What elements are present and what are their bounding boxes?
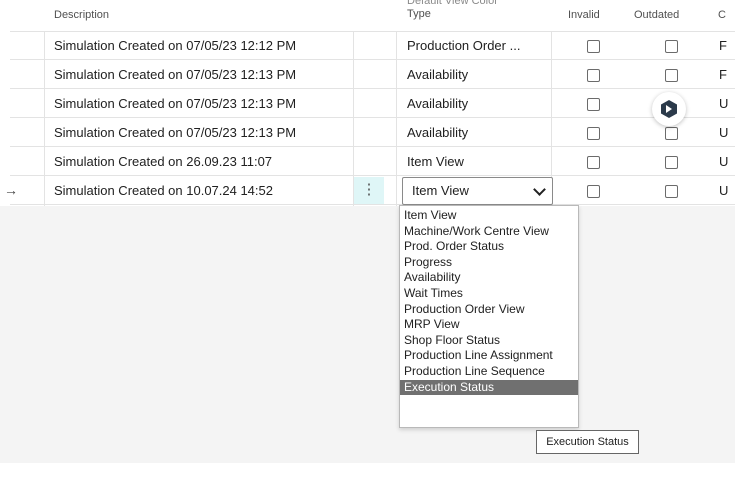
table-row[interactable]: Simulation Created on 07/05/23 12:13 PM A…	[10, 61, 735, 89]
row-next-column: U	[719, 154, 729, 169]
outdated-checkbox[interactable]	[665, 127, 678, 140]
header-view-color-type-label: Default View Color Type	[407, 0, 498, 21]
header-description[interactable]: Description	[54, 0, 354, 30]
current-row-arrow-icon: →	[4, 182, 18, 198]
header-invalid[interactable]: Invalid	[568, 0, 618, 30]
row-description[interactable]: Simulation Created on 07/05/23 12:13 PM	[54, 90, 354, 117]
dropdown-option[interactable]: Production Line Assignment	[400, 348, 578, 363]
invalid-checkbox[interactable]	[587, 185, 600, 198]
outdated-checkbox[interactable]	[665, 69, 678, 82]
row-next-column: F	[719, 67, 727, 82]
header-view-color-type[interactable]: Default View Color Type	[407, 0, 547, 30]
view-color-type-dropdown[interactable]: Item View Machine/Work Centre View Prod. O…	[399, 205, 579, 428]
view-color-type-select[interactable]: Item View	[402, 177, 553, 205]
dropdown-option[interactable]: Production Line Sequence	[400, 364, 578, 379]
dropdown-option[interactable]: Availability	[400, 270, 578, 285]
dropdown-option[interactable]: Wait Times	[400, 286, 578, 301]
outdated-checkbox[interactable]	[665, 185, 678, 198]
row-view-color-type[interactable]: Item View	[407, 148, 547, 175]
header-outdated-label: Outdated	[634, 9, 680, 21]
copilot-hex-icon	[661, 100, 677, 118]
row-next-column: F	[719, 38, 727, 53]
dropdown-option[interactable]: Progress	[400, 255, 578, 270]
outdated-checkbox[interactable]	[665, 156, 678, 169]
dropdown-option[interactable]: Machine/Work Centre View	[400, 224, 578, 239]
invalid-checkbox[interactable]	[587, 98, 600, 111]
row-description[interactable]: Simulation Created on 07/05/23 12:13 PM	[54, 61, 354, 88]
simulation-list: Description Default View Color Type Inva…	[0, 0, 735, 206]
table-row[interactable]: Simulation Created on 26.09.23 11:07 Item…	[10, 148, 735, 176]
empty-area	[0, 206, 735, 463]
dropdown-option[interactable]: Execution Status	[400, 379, 578, 395]
row-description[interactable]: Simulation Created on 26.09.23 11:07	[54, 148, 354, 175]
table-row[interactable]: Simulation Created on 07/05/23 12:13 PM A…	[10, 90, 735, 118]
row-view-color-type[interactable]: Production Order ...	[407, 32, 547, 59]
chevron-down-icon	[533, 183, 546, 196]
row-view-color-type[interactable]: Availability	[407, 61, 547, 88]
invalid-checkbox[interactable]	[587, 156, 600, 169]
outdated-checkbox[interactable]	[665, 40, 678, 53]
row-description[interactable]: Simulation Created on 07/05/23 12:12 PM	[54, 32, 354, 59]
header-description-label: Description	[54, 9, 110, 21]
row-view-color-type[interactable]: Availability	[407, 90, 547, 117]
option-tooltip: Execution Status	[536, 430, 639, 454]
table-row[interactable]: → Simulation Created on 10.07.24 14:52 ⋮ It…	[4, 177, 735, 205]
row-actions-icon[interactable]: ⋮	[354, 177, 384, 204]
assistant-button[interactable]	[652, 92, 686, 126]
table-row[interactable]: Simulation Created on 07/05/23 12:12 PM P…	[10, 32, 735, 60]
header-next-column[interactable]: C	[718, 0, 735, 30]
invalid-checkbox[interactable]	[587, 69, 600, 82]
dropdown-option[interactable]: MRP View	[400, 317, 578, 332]
header-next-column-label: C	[718, 9, 726, 21]
row-view-color-type[interactable]: Availability	[407, 119, 547, 146]
invalid-checkbox[interactable]	[587, 40, 600, 53]
dropdown-option[interactable]: Prod. Order Status	[400, 239, 578, 254]
table-row[interactable]: Simulation Created on 07/05/23 12:13 PM A…	[10, 119, 735, 147]
dropdown-option[interactable]: Production Order View	[400, 302, 578, 317]
row-description[interactable]: Simulation Created on 10.07.24 14:52	[54, 177, 354, 204]
row-next-column: U	[719, 125, 729, 140]
invalid-checkbox[interactable]	[587, 127, 600, 140]
dropdown-option[interactable]: Shop Floor Status	[400, 333, 578, 348]
row-next-column: U	[719, 96, 729, 111]
header-type-line2: Type	[407, 8, 431, 20]
row-next-column: U	[719, 183, 729, 198]
dropdown-option[interactable]: Item View	[400, 208, 578, 223]
row-description[interactable]: Simulation Created on 07/05/23 12:13 PM	[54, 119, 354, 146]
select-value: Item View	[412, 183, 469, 198]
header-invalid-label: Invalid	[568, 9, 600, 21]
header-outdated[interactable]: Outdated	[634, 0, 694, 30]
header-type-line1: Default View Color	[407, 0, 498, 7]
